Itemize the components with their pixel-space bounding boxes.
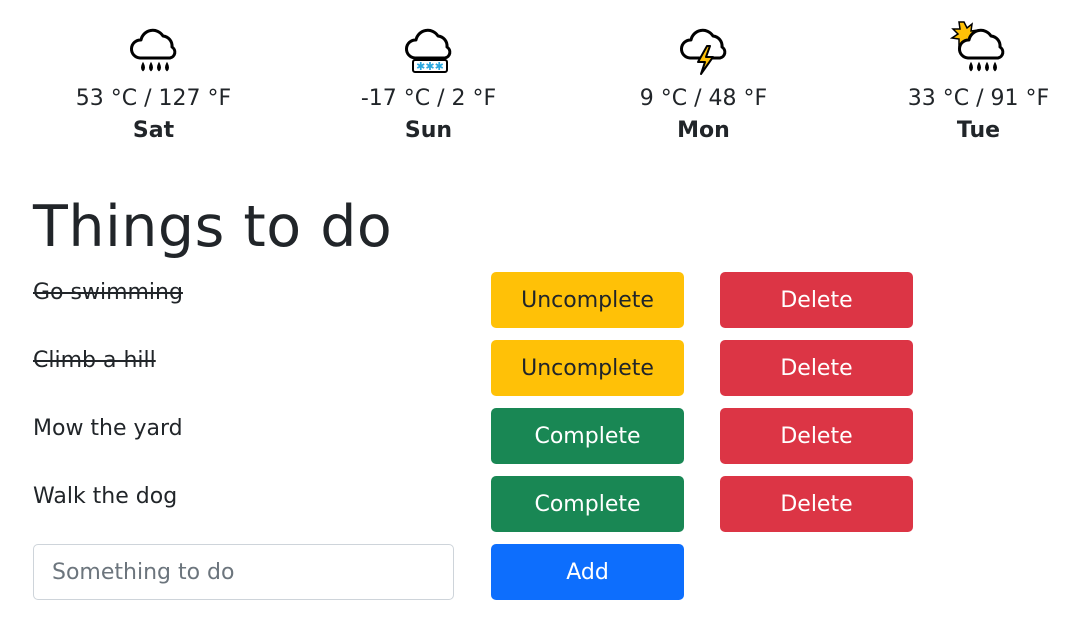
rain-cloud-icon bbox=[16, 20, 291, 76]
new-todo-input[interactable] bbox=[33, 544, 454, 600]
forecast-day-name: Tue bbox=[956, 118, 1001, 143]
forecast-temperature: 53 °C / 127 °F bbox=[75, 86, 232, 111]
forecast-day-name: Mon bbox=[677, 118, 730, 143]
delete-button[interactable]: Delete bbox=[720, 408, 913, 464]
forecast-day-name: Sat bbox=[132, 118, 175, 143]
uncomplete-button[interactable]: Uncomplete bbox=[491, 340, 684, 396]
todo-item: Go swimming Uncomplete Delete bbox=[0, 272, 1086, 328]
sun-rain-cloud-icon bbox=[841, 20, 1086, 76]
delete-button[interactable]: Delete bbox=[720, 340, 913, 396]
forecast-temperature: 33 °C / 91 °F bbox=[907, 86, 1050, 111]
forecast-day: 33 °C / 91 °F Tue bbox=[841, 20, 1086, 146]
complete-button[interactable]: Complete bbox=[491, 408, 684, 464]
add-button[interactable]: Add bbox=[491, 544, 684, 600]
todo-item-text: Mow the yard bbox=[33, 416, 183, 441]
complete-button[interactable]: Complete bbox=[491, 476, 684, 532]
todo-item: Walk the dog Complete Delete bbox=[0, 476, 1086, 532]
snow-cloud-icon: ✱✱✱ bbox=[291, 20, 566, 76]
svg-text:✱✱✱: ✱✱✱ bbox=[416, 60, 444, 73]
forecast-temperature: 9 °C / 48 °F bbox=[639, 86, 768, 111]
forecast-day: 53 °C / 127 °F Sat bbox=[16, 20, 291, 146]
forecast-day: 9 °C / 48 °F Mon bbox=[566, 20, 841, 146]
todo-item: Mow the yard Complete Delete bbox=[0, 408, 1086, 464]
weather-forecast: 53 °C / 127 °F Sat ✱✱✱ -17 °C / 2 °F Sun… bbox=[16, 20, 1086, 160]
todo-item-text: Go swimming bbox=[33, 280, 183, 305]
todo-item-text: Walk the dog bbox=[33, 484, 178, 509]
uncomplete-button[interactable]: Uncomplete bbox=[491, 272, 684, 328]
forecast-temperature: -17 °C / 2 °F bbox=[360, 86, 497, 111]
forecast-day-name: Sun bbox=[404, 118, 453, 143]
todo-item-text: Climb a hill bbox=[33, 348, 156, 373]
forecast-day: ✱✱✱ -17 °C / 2 °F Sun bbox=[291, 20, 566, 146]
todo-item: Climb a hill Uncomplete Delete bbox=[0, 340, 1086, 396]
thunderstorm-icon bbox=[566, 20, 841, 76]
delete-button[interactable]: Delete bbox=[720, 476, 913, 532]
delete-button[interactable]: Delete bbox=[720, 272, 913, 328]
page-title: Things to do bbox=[33, 194, 393, 260]
